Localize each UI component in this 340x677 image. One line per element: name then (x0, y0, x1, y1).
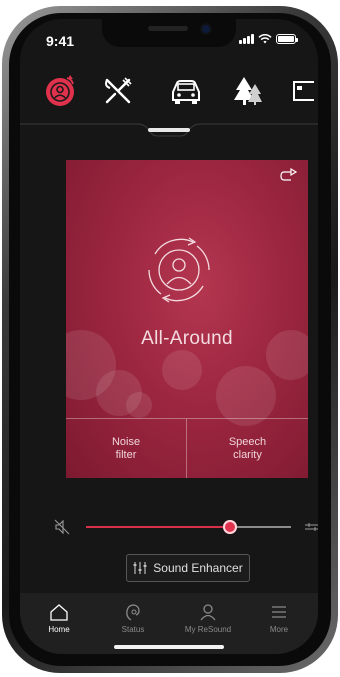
cellular-signal-icon (239, 34, 254, 44)
speech-clarity-button[interactable]: Speech clarity (187, 419, 308, 478)
program-restaurant-button[interactable] (96, 69, 140, 113)
program-outdoor-button[interactable] (226, 69, 270, 113)
volume-control (54, 517, 318, 537)
tab-more[interactable]: More (244, 603, 314, 634)
equalizer-icon[interactable] (304, 521, 318, 533)
front-camera (202, 25, 210, 33)
tab-more-label: More (269, 625, 289, 634)
program-all-around-button[interactable] (38, 69, 82, 113)
status-time: 9:41 (46, 33, 75, 49)
noise-filter-button[interactable]: Noise filter (66, 419, 187, 478)
person-icon (200, 604, 216, 621)
tab-status[interactable]: Status (98, 603, 168, 634)
ear-sound-icon (46, 75, 74, 106)
share-icon[interactable] (280, 168, 300, 184)
volume-fill (86, 526, 230, 528)
program-title: All-Around (141, 328, 233, 349)
drawer-curve (20, 123, 318, 137)
app-screen: 9:41 All-Around Noise filter Speech clar… (20, 19, 318, 654)
mute-icon[interactable] (54, 519, 70, 535)
earpiece-speaker (148, 26, 188, 31)
program-car-button[interactable] (164, 69, 208, 113)
notch (102, 19, 236, 47)
noise-filter-label-line2: filter (115, 448, 137, 461)
home-icon (50, 604, 68, 621)
drawer-handle[interactable] (148, 128, 190, 132)
sound-enhancer-button[interactable]: Sound Enhancer (126, 554, 250, 582)
tab-my-resound[interactable]: My ReSound (173, 603, 243, 634)
speech-clarity-label-line1: Speech (228, 435, 267, 448)
sliders-icon (133, 562, 147, 574)
sound-enhancer-label: Sound Enhancer (153, 561, 243, 575)
noise-filter-label-line1: Noise (111, 435, 141, 448)
program-selector (20, 69, 318, 123)
tab-home[interactable]: Home (24, 603, 94, 634)
menu-icon (272, 606, 286, 618)
tv-icon (293, 81, 314, 101)
bokeh (216, 366, 276, 426)
wifi-icon (258, 34, 272, 44)
utensils-icon (105, 77, 132, 104)
bokeh (126, 392, 152, 418)
hearing-aid-icon (126, 604, 140, 621)
program-controls: Noise filter Speech clarity (66, 418, 308, 478)
program-card[interactable]: All-Around Noise filter Speech clarity (66, 160, 308, 478)
program-tv-button[interactable] (290, 69, 318, 113)
trees-icon (234, 77, 262, 105)
status-icons (239, 34, 298, 44)
car-icon (172, 80, 200, 104)
speech-clarity-label-line2: clarity (233, 448, 262, 461)
all-around-program-icon (148, 237, 210, 303)
volume-slider[interactable] (86, 520, 291, 534)
tab-home-label: Home (48, 625, 70, 634)
volume-thumb[interactable] (223, 520, 237, 534)
tab-status-label: Status (121, 625, 145, 634)
bokeh (162, 350, 202, 390)
battery-icon (276, 34, 298, 44)
tab-my-resound-label: My ReSound (184, 625, 232, 634)
home-indicator (114, 645, 224, 649)
